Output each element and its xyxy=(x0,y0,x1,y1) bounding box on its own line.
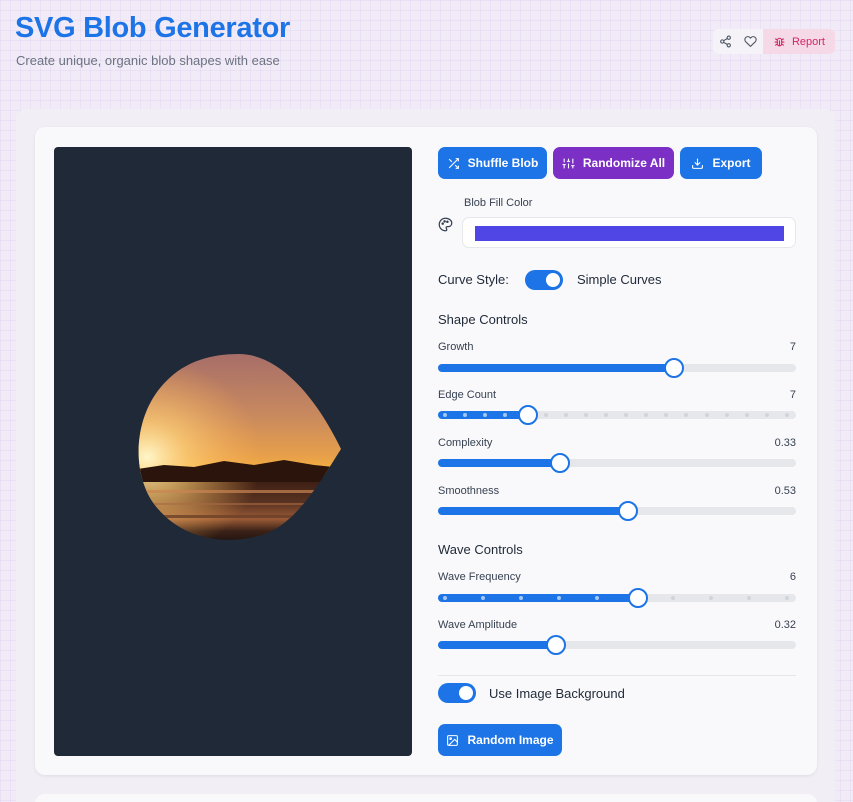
curve-style-value: Simple Curves xyxy=(577,272,662,287)
palette-icon xyxy=(438,217,453,232)
randomize-all-label: Randomize All xyxy=(582,156,666,170)
sliders-icon xyxy=(562,158,575,168)
slider-step-dot xyxy=(644,413,649,417)
wave-frequency-slider[interactable] xyxy=(438,588,796,608)
wave-amplitude-label: Wave Amplitude xyxy=(438,619,518,631)
randomize-all-button[interactable]: Randomize All xyxy=(553,147,674,179)
download-icon xyxy=(692,158,704,169)
secondary-card xyxy=(35,794,817,802)
slider-thumb[interactable] xyxy=(618,501,638,521)
smoothness-value: 0.53 xyxy=(774,485,796,497)
toggle-knob xyxy=(546,273,560,287)
slider-step-dot xyxy=(543,413,548,417)
toggle-knob xyxy=(459,686,473,700)
slider-step-dot xyxy=(785,596,789,600)
shuffle-blob-button[interactable]: Shuffle Blob xyxy=(438,147,547,179)
shuffle-blob-label: Shuffle Blob xyxy=(467,156,539,170)
bug-icon xyxy=(774,37,785,47)
slider-fill xyxy=(438,364,674,372)
image-icon xyxy=(447,734,459,746)
slider-thumb[interactable] xyxy=(550,453,570,473)
slider-step-dot xyxy=(563,413,568,417)
blob-preview xyxy=(54,147,412,756)
fill-color-picker[interactable] xyxy=(462,217,796,248)
edge-count-value: 7 xyxy=(789,389,796,401)
slider-step-dot xyxy=(583,413,588,417)
slider-fill xyxy=(438,459,560,467)
complexity-value: 0.33 xyxy=(774,437,796,449)
random-image-label: Random Image xyxy=(467,733,554,747)
slider-step-dot xyxy=(557,596,561,600)
curve-style-toggle[interactable] xyxy=(525,270,563,290)
edge-count-label: Edge Count xyxy=(438,389,497,401)
report-button[interactable]: Report xyxy=(762,29,835,54)
image-background-toggle[interactable] xyxy=(438,683,476,703)
slider-step-dot xyxy=(764,413,769,417)
fill-color-swatch xyxy=(475,226,784,241)
slider-step-dot xyxy=(704,413,709,417)
shuffle-icon xyxy=(448,157,459,169)
wave-frequency-value: 6 xyxy=(789,571,796,583)
export-label: Export xyxy=(712,156,751,170)
header-actions: Report xyxy=(712,29,835,54)
slider-step-dot xyxy=(519,596,523,600)
slider-step-dot xyxy=(664,413,669,417)
slider-step-dot xyxy=(785,413,789,417)
favorite-button[interactable] xyxy=(737,29,763,54)
image-background-label: Use Image Background xyxy=(489,686,625,701)
slider-step-dot xyxy=(744,413,749,417)
slider-step-dot xyxy=(747,596,751,600)
smoothness-slider[interactable] xyxy=(438,501,796,521)
slider-fill xyxy=(438,641,556,649)
slider-thumb[interactable] xyxy=(628,588,648,608)
slider-step-dot xyxy=(671,596,675,600)
heart-icon xyxy=(744,36,757,48)
complexity-label: Complexity xyxy=(438,437,493,449)
slider-thumb[interactable] xyxy=(546,635,566,655)
edge-count-slider[interactable] xyxy=(438,405,796,425)
random-image-button[interactable]: Random Image xyxy=(438,724,562,756)
slider-thumb[interactable] xyxy=(664,358,684,378)
growth-label: Growth xyxy=(438,341,474,353)
share-button[interactable] xyxy=(712,29,738,54)
wave-frequency-label: Wave Frequency xyxy=(438,571,521,583)
growth-slider[interactable] xyxy=(438,358,796,378)
blob-shape xyxy=(138,354,341,540)
slider-step-dot xyxy=(443,596,447,600)
complexity-slider[interactable] xyxy=(438,453,796,473)
slider-step-dot xyxy=(595,596,599,600)
page-subtitle: Create unique, organic blob shapes with … xyxy=(16,53,280,68)
slider-fill xyxy=(438,594,638,602)
slider-step-dot xyxy=(443,413,447,417)
wave-controls-heading: Wave Controls xyxy=(438,542,523,557)
slider-step-dot xyxy=(724,413,729,417)
slider-step-dot xyxy=(709,596,713,600)
growth-value: 7 xyxy=(789,341,796,353)
wave-amplitude-value: 0.32 xyxy=(774,619,796,631)
slider-thumb[interactable] xyxy=(518,405,538,425)
shape-controls-heading: Shape Controls xyxy=(438,312,528,327)
wave-amplitude-slider[interactable] xyxy=(438,635,796,655)
report-label: Report xyxy=(791,35,825,48)
slider-step-dot xyxy=(481,596,485,600)
export-button[interactable]: Export xyxy=(680,147,762,179)
share-icon xyxy=(720,35,731,48)
fill-color-label: Blob Fill Color xyxy=(464,197,533,209)
slider-step-dot xyxy=(603,413,608,417)
smoothness-label: Smoothness xyxy=(438,485,500,497)
slider-fill xyxy=(438,507,628,515)
slider-step-dot xyxy=(684,413,689,417)
slider-step-dot xyxy=(624,413,629,417)
curve-style-label: Curve Style: xyxy=(438,272,509,287)
page-title: SVG Blob Generator xyxy=(15,12,290,44)
divider xyxy=(438,675,796,676)
